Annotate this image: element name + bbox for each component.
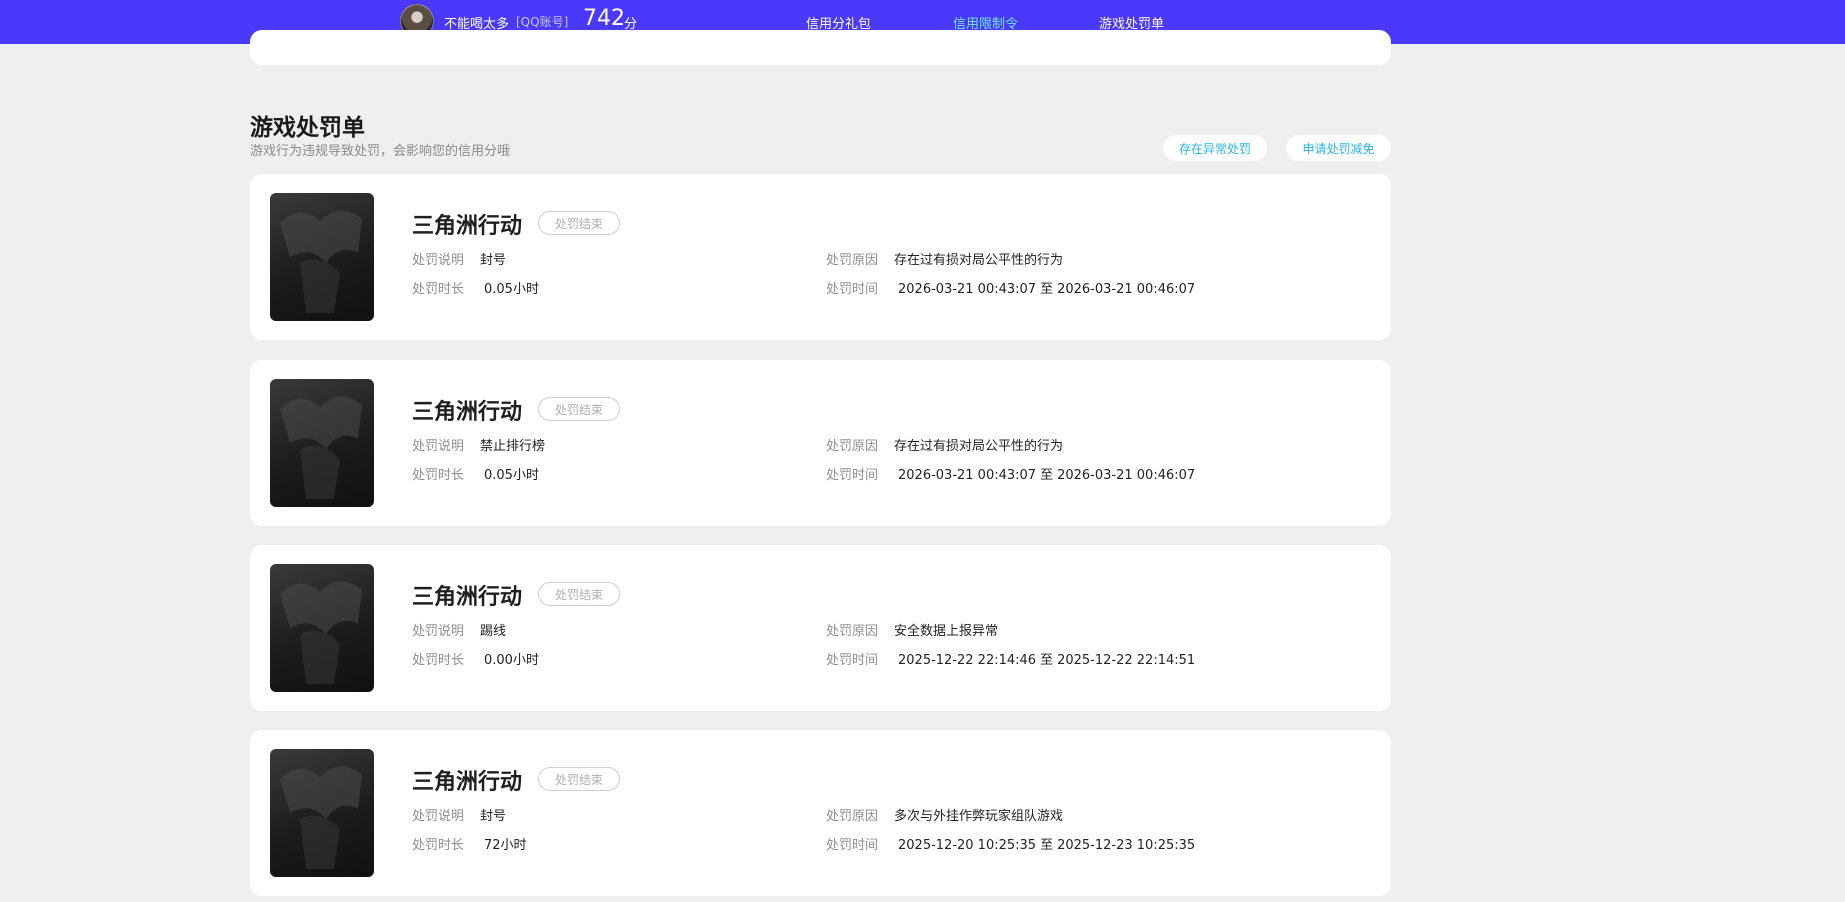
penalty-desc-label: 处罚说明 — [412, 624, 465, 639]
penalty-reason-value: 安全数据上报异常 — [894, 624, 999, 639]
penalty-time-range: 2026-03-21 00:43:07 至 2026-03-21 00:46:07 — [898, 464, 1195, 483]
game-cover-image — [270, 193, 374, 321]
penalty-desc-value: 封号 — [480, 253, 507, 268]
penalty-desc-value: 禁止排行榜 — [480, 439, 546, 454]
apply-penalty-reduction-button[interactable]: 申请处罚减免 — [1286, 135, 1391, 161]
penalty-end-time: 2025-12-23 10:25:35 — [1057, 838, 1196, 853]
penalty-duration-value: 0.05小时 — [484, 282, 539, 297]
penalty-time-label: 处罚时间 — [826, 653, 879, 668]
penalty-desc-label: 处罚说明 — [412, 439, 465, 454]
penalty-duration-value: 0.00小时 — [484, 653, 539, 668]
game-cover-image — [270, 379, 374, 507]
section-subtitle: 游戏行为违规导致处罚，会影响您的信用分哦 — [250, 144, 511, 159]
penalty-duration-label: 处罚时长 — [412, 653, 465, 668]
penalty-duration-value: 0.05小时 — [484, 468, 539, 483]
status-badge: 处罚结束 — [538, 767, 620, 791]
game-cover-image — [270, 564, 374, 692]
game-name: 三角洲行动 — [412, 585, 523, 610]
penalty-time-range: 2025-12-20 10:25:35 至 2025-12-23 10:25:35 — [898, 834, 1195, 853]
penalty-duration-label: 处罚时长 — [412, 838, 465, 853]
penalty-card: 三角洲行动 处罚结束 处罚说明 封号 处罚时长 72小时 处罚原因 多次与外挂作… — [250, 730, 1391, 896]
penalty-start-time: 2025-12-20 10:25:35 — [898, 838, 1037, 853]
penalty-reason-value: 存在过有损对局公平性的行为 — [894, 253, 1064, 268]
section-title: 游戏处罚单 — [250, 115, 365, 141]
time-separator: 至 — [1040, 468, 1054, 483]
penalty-start-time: 2026-03-21 00:43:07 — [898, 282, 1037, 297]
credit-score-value: 742 — [583, 6, 625, 31]
penalty-duration-label: 处罚时长 — [412, 282, 465, 297]
penalty-reason-label: 处罚原因 — [826, 253, 879, 268]
status-badge: 处罚结束 — [538, 582, 620, 606]
previous-section-card — [250, 30, 1391, 65]
penalty-reason-value: 存在过有损对局公平性的行为 — [894, 439, 1064, 454]
penalty-card: 三角洲行动 处罚结束 处罚说明 封号 处罚时长 0.05小时 处罚原因 存在过有… — [250, 174, 1391, 340]
penalty-desc-label: 处罚说明 — [412, 809, 465, 824]
penalty-desc-label: 处罚说明 — [412, 253, 465, 268]
penalty-end-time: 2026-03-21 00:46:07 — [1057, 468, 1196, 483]
penalty-reason-label: 处罚原因 — [826, 809, 879, 824]
game-name: 三角洲行动 — [412, 214, 523, 239]
game-name: 三角洲行动 — [412, 770, 523, 795]
penalty-time-label: 处罚时间 — [826, 468, 879, 483]
time-separator: 至 — [1040, 653, 1054, 668]
abnormal-penalty-button[interactable]: 存在异常处罚 — [1163, 135, 1267, 161]
game-name: 三角洲行动 — [412, 400, 523, 425]
penalty-start-time: 2026-03-21 00:43:07 — [898, 468, 1037, 483]
penalty-card: 三角洲行动 处罚结束 处罚说明 禁止排行榜 处罚时长 0.05小时 处罚原因 存… — [250, 360, 1391, 526]
penalty-reason-label: 处罚原因 — [826, 624, 879, 639]
status-badge: 处罚结束 — [538, 211, 620, 235]
account-type-label: [QQ账号] — [516, 15, 569, 29]
penalty-time-label: 处罚时间 — [826, 282, 879, 297]
penalty-duration-value: 72小时 — [484, 838, 527, 853]
penalty-end-time: 2025-12-22 22:14:51 — [1057, 653, 1196, 668]
penalty-duration-label: 处罚时长 — [412, 468, 465, 483]
penalty-time-label: 处罚时间 — [826, 838, 879, 853]
penalty-desc-value: 封号 — [480, 809, 507, 824]
penalty-start-time: 2025-12-22 22:14:46 — [898, 653, 1037, 668]
penalty-time-range: 2025-12-22 22:14:46 至 2025-12-22 22:14:51 — [898, 649, 1195, 668]
penalty-card: 三角洲行动 处罚结束 处罚说明 踢线 处罚时长 0.00小时 处罚原因 安全数据… — [250, 545, 1391, 711]
penalty-time-range: 2026-03-21 00:43:07 至 2026-03-21 00:46:07 — [898, 278, 1195, 297]
time-separator: 至 — [1040, 838, 1054, 853]
penalty-reason-label: 处罚原因 — [826, 439, 879, 454]
penalty-reason-value: 多次与外挂作弊玩家组队游戏 — [894, 809, 1064, 824]
game-cover-image — [270, 749, 374, 877]
penalty-desc-value: 踢线 — [480, 624, 507, 639]
status-badge: 处罚结束 — [538, 397, 620, 421]
time-separator: 至 — [1040, 282, 1054, 297]
penalty-end-time: 2026-03-21 00:46:07 — [1057, 282, 1196, 297]
